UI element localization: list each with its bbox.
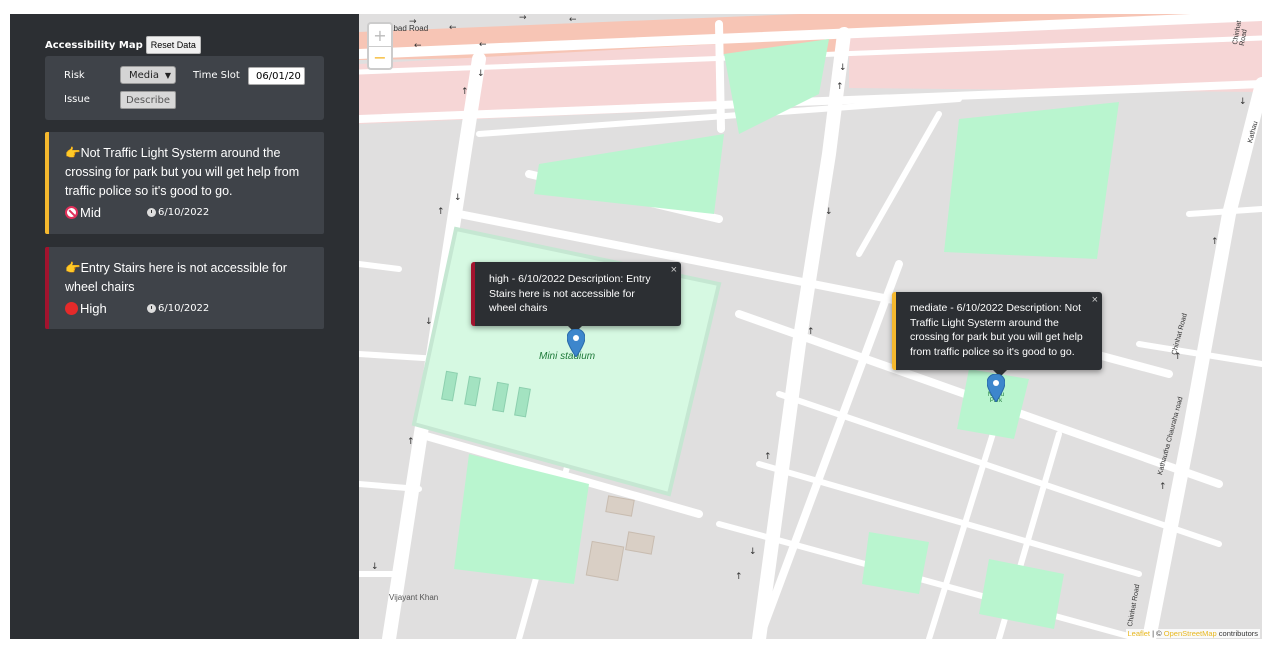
- issue-meta: High 6/10/2022: [65, 301, 312, 316]
- risk-label: Risk: [64, 70, 85, 81]
- svg-text:↑: ↑: [437, 207, 445, 217]
- chevron-down-icon: ▼: [164, 70, 171, 80]
- issue-describe-input[interactable]: Describe: [120, 91, 176, 109]
- svg-text:↑: ↑: [836, 82, 844, 92]
- svg-text:↓: ↓: [371, 562, 379, 572]
- risk-level: Mid: [80, 205, 101, 220]
- svg-text:↑: ↑: [407, 437, 415, 447]
- time-slot-input[interactable]: 06/01/20: [248, 67, 305, 85]
- zoom-control: + −: [367, 22, 393, 70]
- svg-text:←: ←: [479, 40, 487, 50]
- report-form: Risk Media ▼ Time Slot 06/01/20 Issue De…: [45, 56, 324, 120]
- svg-text:←: ←: [569, 15, 577, 25]
- leaflet-link[interactable]: Leaflet: [1128, 629, 1151, 638]
- road-label: abad Road: [389, 24, 429, 33]
- issue-text: 👉Not Traffic Light Systerm around the cr…: [65, 146, 300, 198]
- attribution-separator: | ©: [1150, 629, 1164, 638]
- zoom-out-button[interactable]: −: [369, 46, 391, 68]
- issue-date: 6/10/2022: [158, 207, 210, 218]
- map-view[interactable]: ← → → ← ← ← ↓ ↑ ↑ ↓ ↓ ↑ ↓ ↓ ↑ ↓ ↑ ↑ ↓ ↑ ↓ ↑ ↑ ↑ abad Roa…: [359, 14, 1262, 639]
- svg-text:↓: ↓: [839, 63, 847, 73]
- svg-text:↑: ↑: [1159, 482, 1167, 492]
- svg-text:↓: ↓: [425, 317, 433, 327]
- issue-card[interactable]: 👉Not Traffic Light Systerm around the cr…: [45, 132, 324, 234]
- svg-text:↓: ↓: [477, 69, 485, 79]
- risk-select-value: Media: [129, 69, 160, 81]
- date-tag: 6/10/2022: [147, 303, 209, 314]
- svg-text:↑: ↑: [807, 327, 815, 337]
- clock-icon: [147, 208, 156, 217]
- issue-popup: × high - 6/10/2022 Description: Entry St…: [471, 262, 681, 333]
- risk-tag: Mid: [65, 205, 147, 220]
- map-attribution: Leaflet | © OpenStreetMap contributors: [1125, 629, 1260, 638]
- risk-tag: High: [65, 301, 147, 316]
- svg-text:↑: ↑: [461, 87, 469, 97]
- time-slot-label: Time Slot: [193, 70, 240, 81]
- app-title: Accessibility Map: [45, 39, 143, 51]
- no-entry-icon: [65, 206, 78, 219]
- issue-date: 6/10/2022: [158, 303, 210, 314]
- issue-card[interactable]: 👉Entry Stairs here is not accessible for…: [45, 247, 324, 329]
- risk-level: High: [80, 301, 107, 316]
- date-tag: 6/10/2022: [147, 207, 209, 218]
- issue-popup: × mediate - 6/10/2022 Description: Not T…: [892, 292, 1102, 377]
- popup-text: mediate - 6/10/2022 Description: Not Tra…: [910, 302, 1083, 358]
- sidebar: Accessibility Map Reset Data Risk Media …: [10, 14, 359, 639]
- map-tiles: ←→ → ← ←← ↓↑↑ ↓↓↑ ↓↓↑ ↓↑↑ ↓↑↓ ↑↑↑: [359, 14, 1262, 639]
- map-marker-icon[interactable]: [567, 329, 585, 357]
- svg-text:↓: ↓: [825, 207, 833, 217]
- reset-data-button[interactable]: Reset Data: [145, 36, 201, 54]
- place-label: Vijayant Khan: [389, 593, 439, 602]
- svg-text:←: ←: [449, 23, 457, 33]
- svg-text:↓: ↓: [454, 193, 462, 203]
- issue-text: 👉Entry Stairs here is not accessible for…: [65, 261, 287, 294]
- svg-text:↑: ↑: [735, 572, 743, 582]
- popup-close-button[interactable]: ×: [671, 263, 677, 278]
- issue-meta: Mid 6/10/2022: [65, 205, 312, 220]
- map-marker-icon[interactable]: [987, 374, 1005, 402]
- svg-text:→: →: [519, 14, 527, 23]
- issue-label: Issue: [64, 94, 90, 105]
- popup-close-button[interactable]: ×: [1092, 293, 1098, 308]
- svg-text:↓: ↓: [749, 547, 757, 557]
- clock-icon: [147, 304, 156, 313]
- svg-text:←: ←: [414, 41, 422, 51]
- attribution-contributors: contributors: [1216, 629, 1258, 638]
- popup-text: high - 6/10/2022 Description: Entry Stai…: [489, 273, 651, 314]
- osm-link[interactable]: OpenStreetMap: [1164, 629, 1217, 638]
- svg-text:↑: ↑: [764, 452, 772, 462]
- risk-select[interactable]: Media ▼: [120, 66, 176, 84]
- svg-text:↑: ↑: [1211, 237, 1219, 247]
- title-row: Accessibility Map Reset Data: [45, 36, 201, 54]
- zoom-in-button[interactable]: +: [369, 24, 391, 46]
- svg-text:↓: ↓: [1239, 97, 1247, 107]
- red-circle-icon: [65, 302, 78, 315]
